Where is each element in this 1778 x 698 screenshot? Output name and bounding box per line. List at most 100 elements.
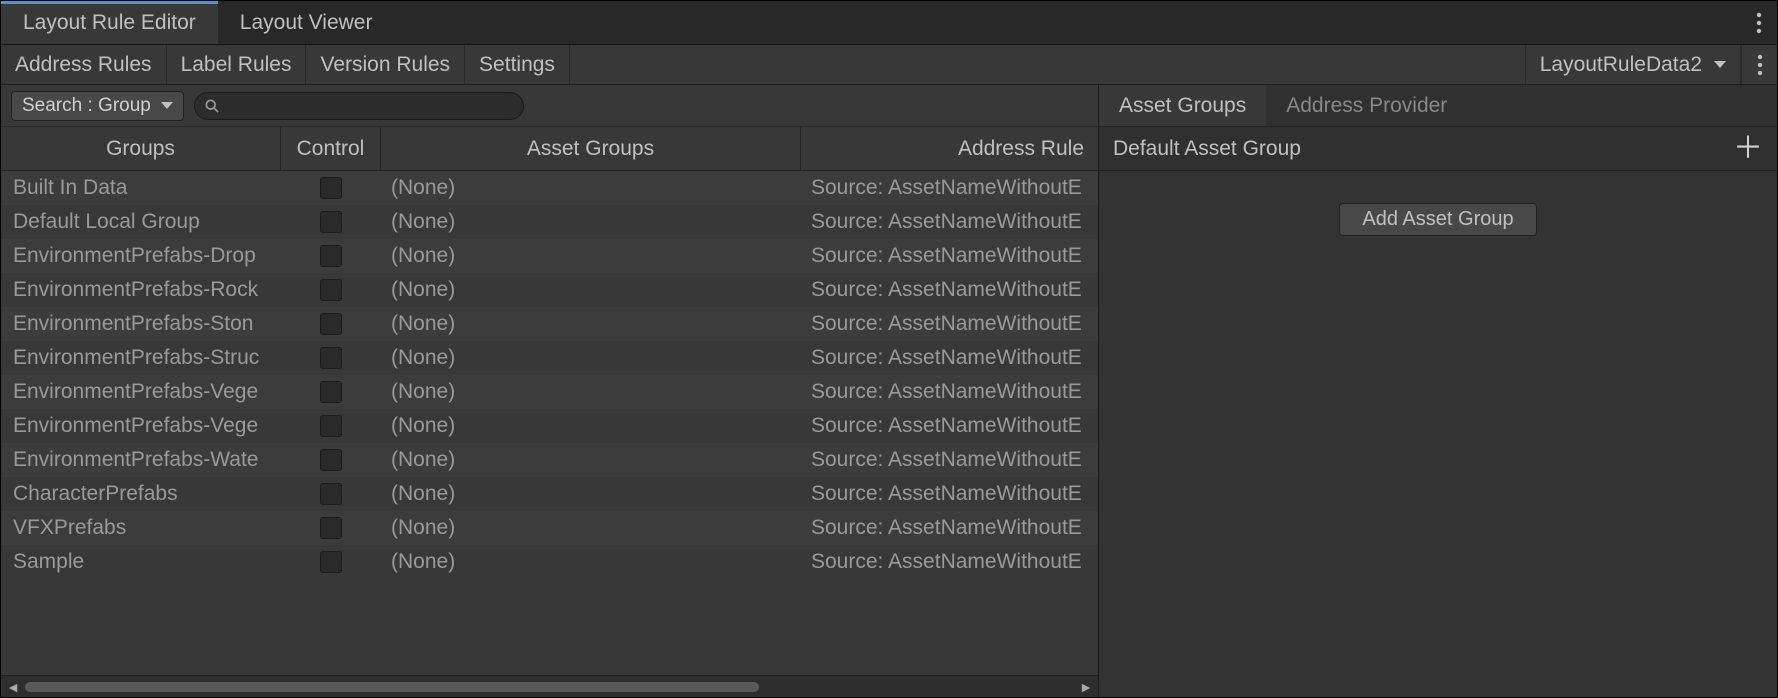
table-row[interactable]: CharacterPrefabs(None)Source: AssetNameW… — [1, 477, 1098, 511]
table-row[interactable]: Built In Data(None)Source: AssetNameWith… — [1, 171, 1098, 205]
control-checkbox[interactable] — [320, 211, 342, 233]
tab-layout-viewer[interactable]: Layout Viewer — [218, 1, 395, 44]
cell-control — [281, 415, 381, 437]
tab-address-provider[interactable]: Address Provider — [1266, 85, 1467, 126]
tab-settings[interactable]: Settings — [465, 45, 570, 84]
cell-asset-group: (None) — [381, 210, 801, 234]
chevron-down-icon — [161, 102, 173, 109]
table-row[interactable]: EnvironmentPrefabs-Struc (None)Source: As… — [1, 341, 1098, 375]
col-header-control[interactable]: Control — [281, 127, 381, 170]
table-row[interactable]: EnvironmentPrefabs-Vege(None)Source: Ass… — [1, 409, 1098, 443]
right-tab-bar: Asset Groups Address Provider — [1099, 85, 1777, 127]
cell-address-rule: Source: AssetNameWithoutE — [801, 516, 1098, 540]
control-checkbox[interactable] — [320, 279, 342, 301]
table-row[interactable]: VFXPrefabs(None)Source: AssetNameWithout… — [1, 511, 1098, 545]
table-row[interactable]: Sample(None)Source: AssetNameWithoutE — [1, 545, 1098, 579]
cell-control — [281, 313, 381, 335]
cell-asset-group: (None) — [381, 244, 801, 268]
control-checkbox[interactable] — [320, 415, 342, 437]
cell-group-name: Sample — [1, 550, 281, 574]
cell-address-rule: Source: AssetNameWithoutE — [801, 346, 1098, 370]
cell-address-rule: Source: AssetNameWithoutE — [801, 448, 1098, 472]
cell-asset-group: (None) — [381, 278, 801, 302]
scroll-track[interactable] — [25, 680, 1074, 694]
tab-label: Address Provider — [1286, 94, 1447, 118]
table-row[interactable]: EnvironmentPrefabs-Drop(None)Source: Ass… — [1, 239, 1098, 273]
spacer — [570, 45, 1525, 84]
cell-group-name: VFXPrefabs — [1, 516, 281, 540]
control-checkbox[interactable] — [320, 347, 342, 369]
cell-control — [281, 483, 381, 505]
kebab-icon — [1757, 54, 1763, 76]
plus-icon: ＋ — [1733, 132, 1763, 165]
tab-label: Address Rules — [15, 53, 152, 77]
table-row[interactable]: EnvironmentPrefabs-Vege(None)Source: Ass… — [1, 375, 1098, 409]
horizontal-scrollbar[interactable]: ◄ ► — [1, 675, 1098, 697]
toolbar: Address Rules Label Rules Version Rules … — [1, 45, 1777, 85]
cell-control — [281, 517, 381, 539]
right-panel-body: Add Asset Group — [1099, 171, 1777, 697]
table-body: Built In Data(None)Source: AssetNameWith… — [1, 171, 1098, 675]
control-checkbox[interactable] — [320, 177, 342, 199]
cell-control — [281, 177, 381, 199]
cell-address-rule: Source: AssetNameWithoutE — [801, 380, 1098, 404]
scroll-right-button[interactable]: ► — [1078, 679, 1094, 695]
scroll-thumb[interactable] — [25, 682, 759, 692]
add-asset-group-button[interactable]: Add Asset Group — [1339, 203, 1536, 236]
cell-asset-group: (None) — [381, 346, 801, 370]
toolbar-menu-button[interactable] — [1741, 45, 1777, 84]
header-label: Asset Groups — [527, 137, 654, 161]
cell-group-name: EnvironmentPrefabs-Rock — [1, 278, 281, 302]
cell-control — [281, 211, 381, 233]
tab-label: Layout Rule Editor — [23, 11, 196, 35]
table-row[interactable]: EnvironmentPrefabs-Wate(None)Source: Ass… — [1, 443, 1098, 477]
table-row[interactable]: Default Local Group(None)Source: AssetNa… — [1, 205, 1098, 239]
header-label: Address Rule — [958, 137, 1084, 161]
window-menu-button[interactable] — [1741, 1, 1777, 44]
cell-control — [281, 449, 381, 471]
control-checkbox[interactable] — [320, 313, 342, 335]
tab-version-rules[interactable]: Version Rules — [306, 45, 465, 84]
right-panel-header: Default Asset Group ＋ — [1099, 127, 1777, 171]
dropdown-label: LayoutRuleData2 — [1540, 53, 1702, 77]
control-checkbox[interactable] — [320, 483, 342, 505]
control-checkbox[interactable] — [320, 381, 342, 403]
tab-asset-groups[interactable]: Asset Groups — [1099, 85, 1266, 126]
cell-control — [281, 347, 381, 369]
groups-table: Groups Control Asset Groups Address Rule… — [1, 127, 1098, 675]
search-input[interactable] — [227, 97, 513, 115]
tab-label: Label Rules — [181, 53, 292, 77]
cell-group-name: CharacterPrefabs — [1, 482, 281, 506]
add-button[interactable]: ＋ — [1733, 134, 1763, 164]
col-header-asset-groups[interactable]: Asset Groups — [381, 127, 801, 170]
kebab-icon — [1756, 12, 1762, 34]
control-checkbox[interactable] — [320, 517, 342, 539]
top-tab-bar: Layout Rule Editor Layout Viewer — [1, 1, 1777, 45]
cell-group-name: EnvironmentPrefabs-Vege — [1, 380, 281, 404]
control-checkbox[interactable] — [320, 551, 342, 573]
cell-asset-group: (None) — [381, 414, 801, 438]
search-mode-dropdown[interactable]: Search : Group — [11, 91, 184, 121]
tab-layout-rule-editor[interactable]: Layout Rule Editor — [1, 1, 218, 44]
cell-address-rule: Source: AssetNameWithoutE — [801, 278, 1098, 302]
table-row[interactable]: EnvironmentPrefabs-Rock (None)Source: Ass… — [1, 273, 1098, 307]
header-label: Groups — [106, 137, 175, 161]
control-checkbox[interactable] — [320, 449, 342, 471]
cell-group-name: EnvironmentPrefabs-Vege — [1, 414, 281, 438]
cell-address-rule: Source: AssetNameWithoutE — [801, 312, 1098, 336]
scroll-left-button[interactable]: ◄ — [5, 679, 21, 695]
tab-label-rules[interactable]: Label Rules — [167, 45, 307, 84]
col-header-address-rule[interactable]: Address Rule — [801, 127, 1098, 170]
search-mode-label: Search : Group — [22, 95, 151, 117]
search-box[interactable] — [194, 92, 524, 120]
cell-address-rule: Source: AssetNameWithoutE — [801, 244, 1098, 268]
table-row[interactable]: EnvironmentPrefabs-Ston(None)Source: Ass… — [1, 307, 1098, 341]
control-checkbox[interactable] — [320, 245, 342, 267]
cell-group-name: EnvironmentPrefabs-Ston — [1, 312, 281, 336]
cell-group-name: EnvironmentPrefabs-Struc — [1, 346, 281, 370]
col-header-groups[interactable]: Groups — [1, 127, 281, 170]
tab-address-rules[interactable]: Address Rules — [1, 45, 167, 84]
cell-control — [281, 551, 381, 573]
layout-data-dropdown[interactable]: LayoutRuleData2 — [1525, 45, 1741, 84]
header-label: Control — [297, 137, 365, 161]
